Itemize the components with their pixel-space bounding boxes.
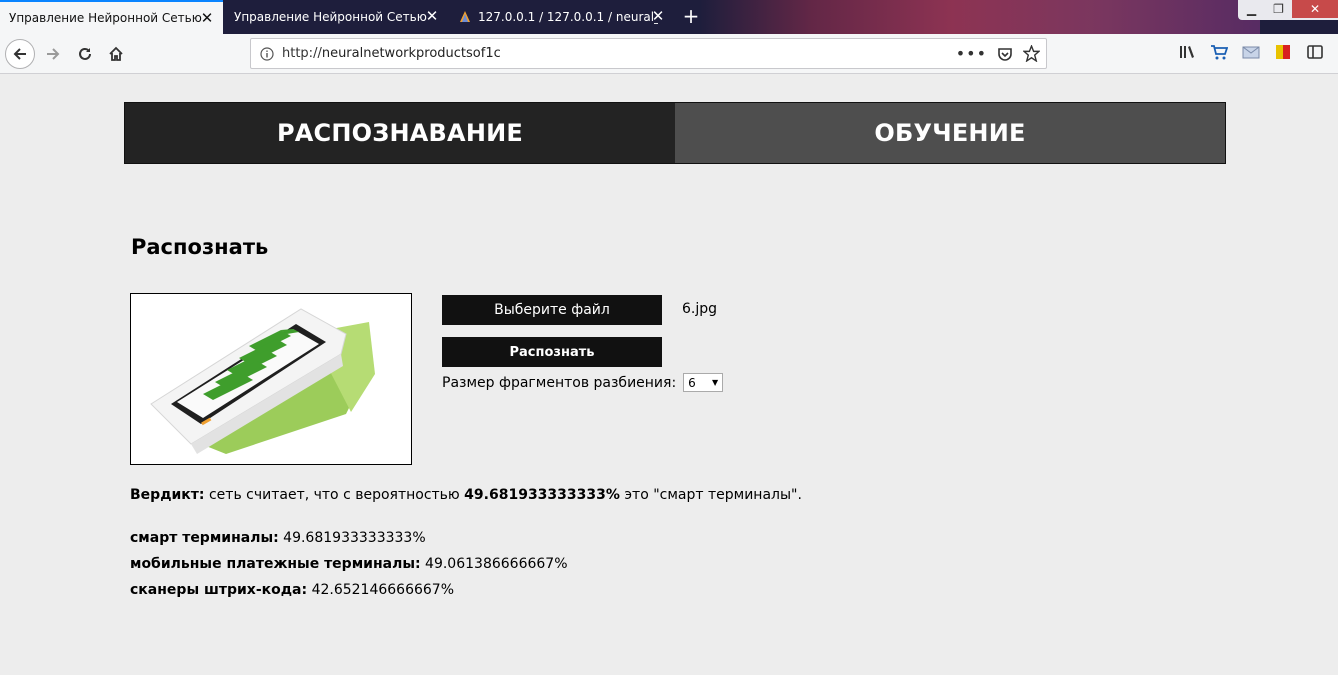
recognize-button[interactable]: Распознать (442, 337, 662, 367)
score-label: смарт терминалы: (130, 530, 279, 546)
restore-icon[interactable]: ❐ (1265, 0, 1292, 18)
verdict-text-before: сеть считает, что с вероятностью (208, 487, 460, 503)
tab-training[interactable]: ОБУЧЕНИЕ (675, 103, 1225, 163)
tab-title: 127.0.0.1 / 127.0.0.1 / neural_ne (478, 10, 658, 24)
page-title: Распознать (131, 235, 269, 259)
fragment-size-label: Размер фрагментов разбиения: (442, 374, 677, 391)
class-scores-list: смарт терминалы: 49.681933333333% мобиль… (130, 529, 568, 607)
home-icon (109, 46, 123, 61)
main-nav: РАСПОЗНАВАНИЕ ОБУЧЕНИЕ (124, 102, 1226, 164)
score-value: 42.652146666667% (311, 582, 455, 598)
toolbar-right (1178, 43, 1324, 61)
url-text[interactable]: http://neuralnetworkproductsof1c (282, 46, 501, 61)
browser-tab-2[interactable]: Управление Нейронной Сетью ✕ (225, 0, 448, 34)
minimize-icon[interactable]: ▁ (1238, 0, 1265, 18)
tab-title: Управление Нейронной Сетью (234, 10, 427, 24)
forward-button[interactable] (38, 39, 68, 69)
close-tab-icon[interactable]: ✕ (424, 8, 440, 24)
score-label: мобильные платежные терминалы: (130, 556, 421, 572)
verdict-probability: 49.681933333333% (464, 487, 620, 503)
selected-file-name: 6.jpg (682, 301, 718, 317)
score-row: мобильные платежные терминалы: 49.061386… (130, 555, 568, 581)
home-button[interactable] (101, 39, 131, 69)
library-icon[interactable] (1178, 43, 1196, 61)
tab-recognition[interactable]: РАСПОЗНАВАНИЕ (125, 103, 675, 163)
score-value: 49.061386666667% (425, 556, 568, 572)
dropdown-arrow-icon: ▼ (712, 378, 719, 387)
sidebar-icon[interactable] (1306, 43, 1324, 61)
fragment-size-value: 6 (688, 375, 696, 390)
arrow-right-icon (47, 48, 60, 60)
flag-bookmark-icon[interactable] (1274, 43, 1292, 61)
window-close-icon[interactable]: ✕ (1292, 0, 1338, 18)
score-row: смарт терминалы: 49.681933333333% (130, 529, 568, 555)
verdict-text-after: это "смарт терминалы". (624, 487, 802, 503)
close-tab-icon[interactable]: ✕ (650, 8, 666, 24)
browser-tab-3[interactable]: 127.0.0.1 / 127.0.0.1 / neural_ne ✕ (452, 0, 674, 34)
browser-tab-1[interactable]: Управление Нейронной Сетью ✕ (0, 0, 223, 34)
bookmark-star-icon[interactable] (1023, 45, 1040, 62)
fragment-size-row: Размер фрагментов разбиения: 6 ▼ (442, 373, 724, 392)
tab-title: Управление Нейронной Сетью (9, 11, 202, 25)
verdict-label: Вердикт: (130, 487, 205, 503)
phpmyadmin-sail-icon (460, 11, 470, 22)
uploaded-image-preview (130, 293, 412, 465)
url-host: neuralnetworkproductsof1c (321, 46, 501, 61)
close-tab-icon[interactable]: ✕ (199, 10, 215, 26)
url-prefix: http:// (282, 46, 322, 61)
window-controls: ▁ ❐ ✕ (1238, 0, 1338, 20)
reload-icon (79, 47, 91, 60)
mail-icon[interactable] (1242, 43, 1260, 61)
choose-file-button[interactable]: Выберите файл (442, 295, 662, 325)
score-row: сканеры штрих-кода: 42.652146666667% (130, 581, 568, 607)
smart-terminal-image (150, 308, 375, 454)
pocket-icon[interactable] (997, 46, 1013, 62)
tabbar-background (700, 0, 1260, 34)
back-button[interactable] (5, 39, 35, 69)
score-label: сканеры штрих-кода: (130, 582, 308, 598)
browser-tab-bar: Управление Нейронной Сетью ✕ Управление … (0, 0, 1338, 34)
arrow-left-icon (13, 48, 26, 60)
info-icon[interactable] (260, 46, 274, 61)
verdict-line: Вердикт: сеть считает, что с вероятность… (130, 487, 802, 503)
browser-toolbar: http://neuralnetworkproductsof1c ••• (0, 34, 1338, 74)
score-value: 49.681933333333% (283, 530, 426, 546)
more-actions-icon[interactable]: ••• (956, 44, 987, 63)
page-content: РАСПОЗНАВАНИЕ ОБУЧЕНИЕ Распознать Выбери… (0, 75, 1338, 675)
url-bar[interactable]: http://neuralnetworkproductsof1c ••• (250, 38, 1047, 69)
new-tab-icon[interactable]: + (680, 3, 702, 29)
fragment-size-select[interactable]: 6 ▼ (683, 373, 724, 392)
cart-icon[interactable] (1210, 43, 1228, 61)
url-actions: ••• (956, 44, 1040, 63)
reload-button[interactable] (70, 39, 100, 69)
